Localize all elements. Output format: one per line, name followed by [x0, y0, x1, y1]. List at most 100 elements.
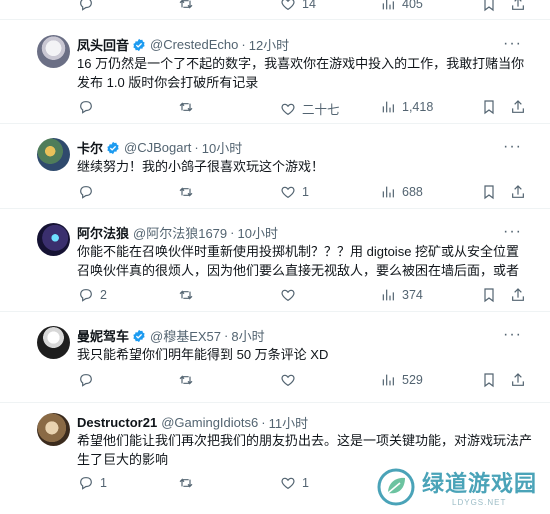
- share-button[interactable]: [510, 372, 526, 388]
- reply-button[interactable]: [78, 372, 100, 388]
- more-options-icon[interactable]: ···: [503, 224, 522, 240]
- user-handle[interactable]: @CJBogart: [124, 140, 191, 155]
- avatar[interactable]: [37, 138, 70, 171]
- like-count: 二十七: [302, 103, 340, 117]
- reply-button[interactable]: 2: [78, 287, 107, 303]
- bookmark-button[interactable]: [481, 0, 497, 12]
- views-button[interactable]: 688: [380, 184, 423, 200]
- user-name[interactable]: 阿尔法狼: [77, 223, 129, 242]
- retweet-button[interactable]: [178, 99, 200, 115]
- like-button[interactable]: 1: [280, 184, 309, 200]
- views-button[interactable]: 1,418: [380, 99, 433, 115]
- user-handle[interactable]: @穆基EX57: [150, 326, 221, 345]
- views-bar-chart-icon: [382, 186, 394, 198]
- separator-dot: ·: [241, 37, 246, 52]
- user-name[interactable]: 曼妮驾车: [77, 326, 129, 345]
- site-watermark: 绿道游戏园 LDYGS.NET: [376, 466, 537, 507]
- bookmark-button[interactable]: [481, 99, 497, 115]
- retweet-button[interactable]: [178, 184, 200, 200]
- views-count: 405: [402, 0, 423, 11]
- share-icon: [512, 100, 524, 113]
- share-button[interactable]: [510, 287, 526, 303]
- avatar[interactable]: [37, 223, 70, 256]
- retweet-button[interactable]: [178, 372, 200, 388]
- share-icon: [512, 185, 524, 198]
- reply-button[interactable]: [78, 184, 100, 200]
- tweet-text: 你能不能在召唤伙伴时重新使用投掷机制？？？用 digtoise 挖矿或从安全位置…: [77, 244, 520, 278]
- previous-tweet-actions: 14 405: [0, 0, 550, 20]
- tweet-header: 凤头回音 @CrestedEcho · 12小时: [77, 35, 289, 54]
- user-handle[interactable]: @阿尔法狼1679: [133, 223, 227, 242]
- reply-button[interactable]: 1: [78, 475, 107, 491]
- user-handle[interactable]: @CrestedEcho: [150, 37, 238, 52]
- reply-icon: [80, 477, 92, 490]
- share-button[interactable]: [510, 0, 526, 12]
- tweet-header: 阿尔法狼 @阿尔法狼1679 · 10小时: [77, 223, 278, 242]
- tweet-header: Destructor21 @GamingIdiots6 · 11小时: [77, 413, 308, 432]
- views-bar-chart-icon: [382, 101, 394, 113]
- tweet[interactable]: 卡尔 @CJBogart · 10小时 ··· 继续努力！我的小鸽子很喜欢玩这个…: [0, 124, 550, 209]
- tweet-text: 继续努力！我的小鸽子很喜欢玩这个游戏！: [77, 159, 325, 174]
- more-options-icon[interactable]: ···: [503, 327, 522, 343]
- more-options-icon[interactable]: ···: [503, 36, 522, 52]
- tweet[interactable]: 凤头回音 @CrestedEcho · 12小时 ··· 16 万仍然是一个了不…: [0, 21, 550, 124]
- reply-icon: [80, 374, 92, 387]
- retweet-button[interactable]: [178, 475, 200, 491]
- bookmark-button[interactable]: [481, 287, 497, 303]
- like-button[interactable]: 二十七: [280, 99, 340, 118]
- bookmark-button[interactable]: [481, 372, 497, 388]
- more-options-icon[interactable]: ···: [503, 139, 522, 155]
- bookmark-icon: [484, 185, 494, 200]
- bookmark-button[interactable]: [481, 184, 497, 200]
- tweet-text: 希望他们能让我们再次把我们的朋友扔出去。这是一项关键功能，对游戏玩法产生了巨大的…: [77, 433, 533, 467]
- views-bar-chart-icon: [382, 0, 394, 10]
- tweet-text: 我只能希望你们明年能得到 50 万条评论 XD: [77, 347, 329, 362]
- user-name[interactable]: Destructor21: [77, 415, 157, 430]
- retweet-button[interactable]: [178, 287, 200, 303]
- views-count: 688: [402, 185, 423, 199]
- share-button[interactable]: [510, 184, 526, 200]
- avatar[interactable]: [37, 413, 70, 446]
- views-button[interactable]: 374: [380, 287, 423, 303]
- timestamp[interactable]: 10小时: [237, 223, 277, 242]
- like-button[interactable]: [280, 287, 302, 303]
- heart-icon: [281, 477, 295, 490]
- timestamp[interactable]: 8小时: [231, 326, 264, 345]
- tweet[interactable]: 阿尔法狼 @阿尔法狼1679 · 10小时 ··· 你能不能在召唤伙伴时重新使用…: [0, 209, 550, 312]
- like-button[interactable]: [280, 372, 302, 388]
- views-bar-chart-icon: [382, 289, 394, 301]
- retweet-icon: [179, 478, 193, 488]
- user-name[interactable]: 凤头回音: [77, 35, 129, 54]
- avatar[interactable]: [37, 326, 70, 359]
- timestamp[interactable]: 11小时: [269, 413, 309, 432]
- views-button[interactable]: 405: [380, 0, 423, 12]
- like-button[interactable]: 1: [280, 475, 309, 491]
- heart-icon: [281, 374, 295, 387]
- timestamp[interactable]: 10小时: [202, 138, 242, 157]
- timestamp[interactable]: 12小时: [249, 35, 289, 54]
- avatar[interactable]: [37, 35, 70, 68]
- share-icon: [512, 0, 524, 10]
- like-count: 1: [302, 476, 309, 490]
- views-count: 374: [402, 288, 423, 302]
- tweet-text: 16 万仍然是一个了不起的数字，我喜欢你在游戏中投入的工作，我敢打赌当你发布 1…: [77, 56, 525, 90]
- leaf-logo-icon: [377, 468, 415, 505]
- heart-icon: [281, 103, 295, 115]
- reply-count: 2: [100, 288, 107, 302]
- bookmark-icon: [484, 0, 494, 12]
- views-button[interactable]: 529: [380, 372, 423, 388]
- heart-icon: [281, 289, 295, 302]
- watermark-url: LDYGS.NET: [452, 498, 507, 507]
- reply-button[interactable]: [78, 0, 94, 12]
- tweet[interactable]: 曼妮驾车 @穆基EX57 · 8小时 ··· 我只能希望你们明年能得到 50 万…: [0, 312, 550, 403]
- user-name[interactable]: 卡尔: [77, 138, 103, 157]
- like-button[interactable]: 14: [280, 0, 316, 12]
- reply-button[interactable]: [78, 99, 100, 115]
- user-handle[interactable]: @GamingIdiots6: [161, 415, 258, 430]
- share-button[interactable]: [510, 99, 526, 115]
- heart-icon: [281, 0, 295, 11]
- retweet-button[interactable]: [178, 0, 194, 12]
- retweet-icon: [179, 102, 193, 112]
- tweet-header: 曼妮驾车 @穆基EX57 · 8小时: [77, 326, 265, 345]
- share-icon: [512, 373, 524, 386]
